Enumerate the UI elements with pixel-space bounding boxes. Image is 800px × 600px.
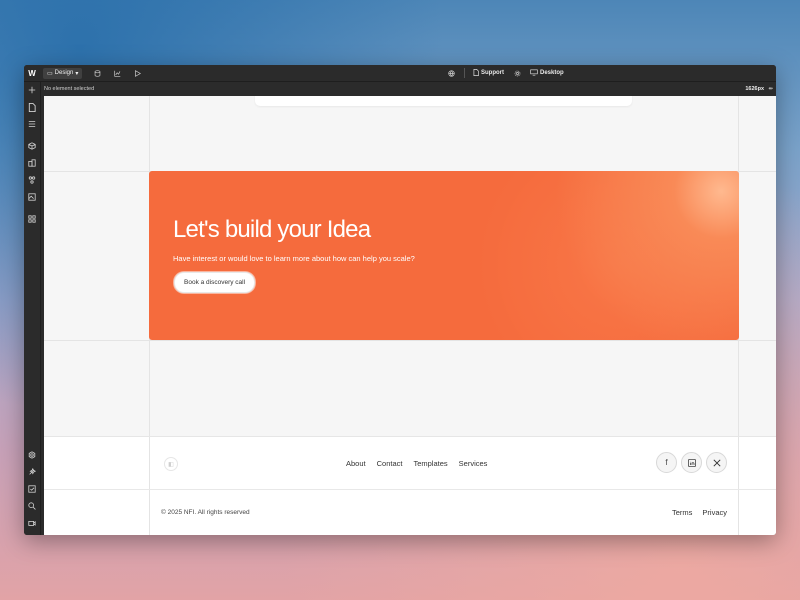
- linkedin-icon[interactable]: [681, 452, 702, 473]
- add-icon[interactable]: [27, 85, 37, 95]
- footer-link-about[interactable]: About: [346, 459, 366, 468]
- pages-icon[interactable]: [27, 102, 37, 112]
- analytics-icon[interactable]: [112, 68, 122, 78]
- resize-handle-icon[interactable]: ⇹: [768, 86, 773, 92]
- design-mode-label: Design: [54, 70, 74, 76]
- page-selector[interactable]: Support: [473, 68, 504, 78]
- checklist-icon[interactable]: [27, 484, 37, 494]
- assets-icon[interactable]: [27, 192, 37, 202]
- book-discovery-call-button[interactable]: Book a discovery call: [174, 272, 256, 293]
- play-icon[interactable]: [132, 68, 142, 78]
- privacy-link[interactable]: Privacy: [702, 508, 727, 517]
- design-canvas[interactable]: Let's build your Idea Have interest or w…: [44, 96, 776, 535]
- guide-line: [44, 340, 776, 341]
- guide-line: [738, 437, 739, 535]
- design-mode-button[interactable]: ▭ Design ▾: [43, 67, 83, 79]
- top-toolbar: W ▭ Design ▾ Support Desktop: [24, 65, 776, 82]
- footer-link-contact[interactable]: Contact: [377, 459, 403, 468]
- selection-bar: No element selected 1626px ⇹: [40, 82, 776, 95]
- left-sidebar: [24, 82, 41, 535]
- apps-icon[interactable]: [27, 214, 37, 224]
- x-icon[interactable]: [706, 452, 727, 473]
- components-icon[interactable]: [27, 141, 37, 151]
- page-icon: [473, 68, 479, 78]
- site-footer: ◧ About Contact Templates Services f © 2…: [44, 436, 776, 535]
- guide-line: [149, 437, 150, 535]
- breakpoint-selector[interactable]: Desktop: [530, 69, 564, 78]
- previous-section-card[interactable]: [255, 96, 632, 106]
- social-links: f: [656, 452, 727, 473]
- copyright-text: © 2025 NFI. All rights reserved: [161, 509, 250, 516]
- chevron-down-icon: ▾: [75, 70, 79, 77]
- cms-icon[interactable]: [27, 158, 37, 168]
- globe-icon[interactable]: [446, 68, 456, 78]
- settings-icon[interactable]: [512, 68, 522, 78]
- cta-banner[interactable]: Let's build your Idea Have interest or w…: [149, 171, 739, 340]
- variables-icon[interactable]: [27, 175, 37, 185]
- database-icon[interactable]: [92, 68, 102, 78]
- footer-nav: About Contact Templates Services: [346, 459, 487, 468]
- audit-icon[interactable]: [27, 467, 37, 477]
- page-label: Support: [481, 70, 504, 76]
- footer-divider: [44, 489, 776, 490]
- video-icon[interactable]: [27, 518, 37, 528]
- app-logo-icon[interactable]: W: [25, 69, 39, 78]
- legal-links: Terms Privacy: [672, 508, 727, 517]
- toolbar-divider: [464, 68, 465, 78]
- settings-gear-icon[interactable]: [27, 450, 37, 460]
- desktop-icon: [530, 69, 538, 78]
- search-icon[interactable]: [27, 501, 37, 511]
- terms-link[interactable]: Terms: [672, 508, 692, 517]
- footer-logo-icon[interactable]: ◧: [164, 457, 178, 471]
- selection-status: No element selected: [44, 85, 95, 92]
- editor-window: W ▭ Design ▾ Support Desktop No element …: [24, 65, 776, 535]
- breakpoint-label: Desktop: [540, 70, 564, 76]
- footer-link-templates[interactable]: Templates: [413, 459, 447, 468]
- canvas-width-readout[interactable]: 1626px: [745, 86, 764, 92]
- facebook-icon[interactable]: f: [656, 452, 677, 473]
- cta-subtitle: Have interest or would love to learn mor…: [173, 254, 415, 263]
- design-icon: ▭: [47, 70, 53, 77]
- cta-title: Let's build your Idea: [173, 216, 371, 243]
- navigator-icon[interactable]: [27, 119, 37, 129]
- footer-link-services[interactable]: Services: [459, 459, 488, 468]
